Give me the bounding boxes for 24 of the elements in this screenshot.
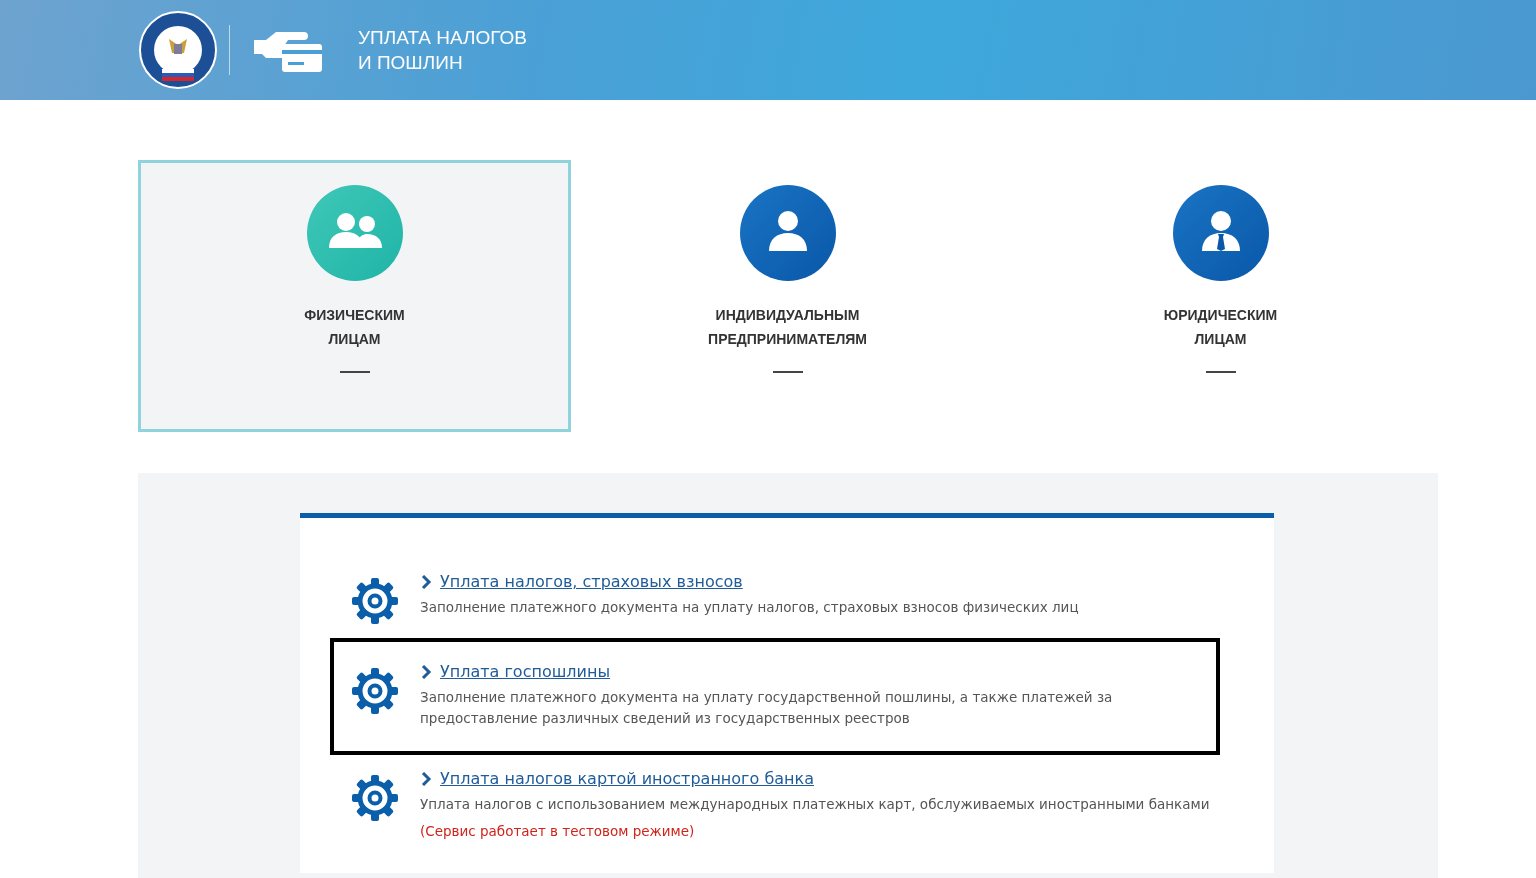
- category-label: ФИЗИЧЕСКИМ: [304, 306, 405, 325]
- category-label: ЛИЦАМ: [328, 330, 381, 349]
- category-label: ИНДИВИДУАЛЬНЫМ: [715, 306, 860, 325]
- site-title: УПЛАТА НАЛОГОВ И ПОШЛИН: [358, 26, 528, 75]
- category-label: ЮРИДИЧЕСКИМ: [1163, 306, 1278, 325]
- service-link[interactable]: Уплата налогов картой иностранного банка: [440, 769, 814, 788]
- chevron-icon: [420, 771, 432, 786]
- people-icon: [306, 185, 403, 281]
- service-description: Заполнение платежного документа на уплату государственной пошлины, а также платежей за предоставление различных сведений из государственных реестров: [420, 688, 1114, 728]
- service-description: Заполнение платежного документа на уплату налогов, страховых взносов физических лиц: [420, 598, 1079, 617]
- category-card[interactable]: ФИЗИЧЕСКИМ ЛИЦАМ: [138, 160, 571, 432]
- person-icon: [1172, 185, 1269, 281]
- gear-icon: [350, 666, 400, 716]
- gear-icon: [350, 576, 400, 626]
- service-description: Уплата налогов с использованием международных платежных карт, обслуживаемых иностранными банками: [420, 795, 1210, 814]
- gear-icon: [350, 773, 400, 823]
- person-icon: [739, 185, 836, 281]
- chevron-icon: [420, 574, 432, 589]
- category-label: ПРЕДПРИНИМАТЕЛЯМ: [708, 330, 867, 349]
- service-note: (Сервис работает в тестовом режиме): [420, 823, 696, 839]
- service-link[interactable]: Уплата налогов, страховых взносов: [440, 572, 743, 591]
- category-label: ЛИЦАМ: [1194, 330, 1247, 349]
- chevron-icon: [420, 664, 432, 679]
- service-link[interactable]: Уплата госпошлины: [440, 662, 611, 681]
